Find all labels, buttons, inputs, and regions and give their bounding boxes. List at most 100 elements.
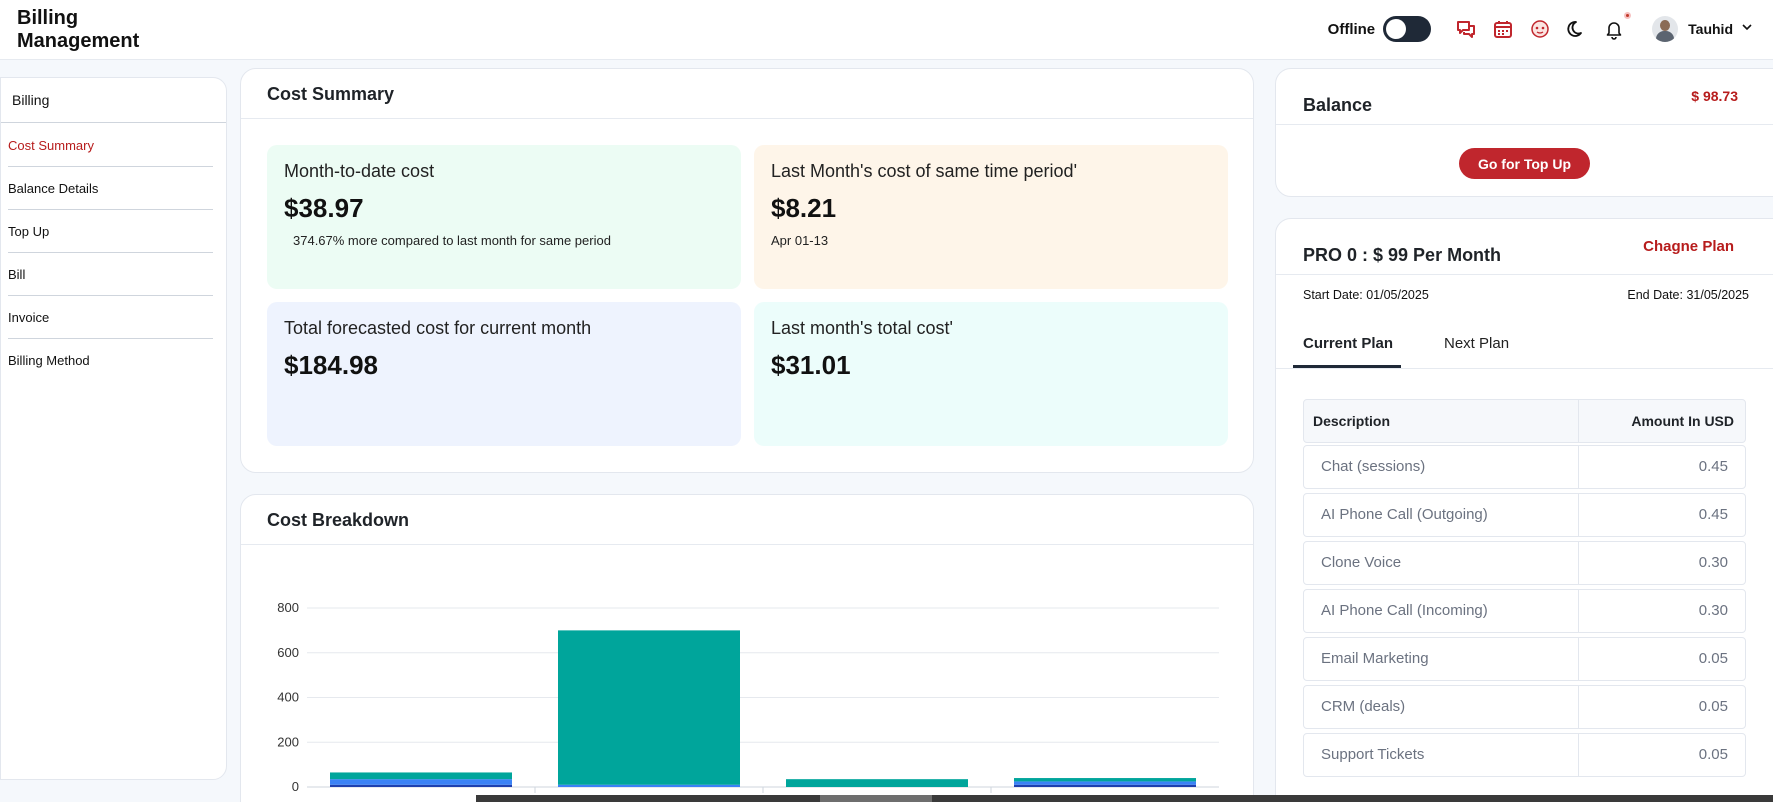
notification-dot [1622,10,1634,21]
sidebar-item-cost-summary[interactable]: Cost Summary [8,124,213,167]
toggle-knob [1386,19,1407,39]
y-tick-label: 0 [292,779,299,794]
cost-summary-card: Cost Summary Month-to-date cost $38.97 3… [240,68,1254,473]
balance-card: Balance $ 98.73 Go for Top Up [1275,68,1773,197]
horizontal-scrollbar[interactable] [476,795,1773,802]
header-actions: Offline Tauhid [1328,0,1753,58]
column-header-description: Description [1304,400,1579,442]
cost-breakdown-card: Cost Breakdown 0 200 400 600 800 [240,494,1254,802]
plan-name: PRO 0 : $ 99 Per Month [1303,245,1502,265]
plan-table: Description Amount In USD Chat (sessions… [1303,399,1746,781]
tab-next-plan[interactable]: Next Plan [1444,335,1509,352]
table-row: AI Phone Call (Incoming) 0.30 [1303,589,1746,633]
row-description: CRM (deals) [1304,686,1579,728]
divider [1276,124,1773,125]
online-toggle[interactable] [1383,16,1432,42]
tile-subtext: Apr 01-13 [771,233,829,248]
user-name[interactable]: Tauhid [1688,21,1733,37]
balance-title: Balance [1303,95,1373,115]
sidebar-item-top-up[interactable]: Top Up [8,210,213,253]
app-brand: Billing Management [17,7,139,53]
bar-segment[interactable] [786,779,968,787]
y-tick-label: 400 [277,690,299,705]
bar-segment[interactable] [1014,778,1196,782]
offline-label: Offline [1327,20,1376,38]
tile-last-month-same-period: Last Month's cost of same time period' $… [754,145,1228,289]
tile-value: $184.98 [284,350,378,380]
tile-last-month-total: Last month's total cost' $31.01 [754,302,1228,446]
row-description: Support Tickets [1304,734,1579,776]
row-description: Chat (sessions) [1304,446,1579,488]
plan-start-date: Start Date: 01/05/2025 [1303,288,1429,302]
table-row: Support Tickets 0.05 [1303,733,1746,777]
row-description: AI Phone Call (Incoming) [1304,590,1579,632]
tile-label: Last month's total cost' [771,318,953,338]
column-header-amount: Amount In USD [1631,413,1734,429]
tile-label: Total forecasted cost for current month [284,318,592,338]
bell-icon[interactable] [1603,10,1634,40]
sidebar-title: Billing [1,78,226,123]
row-description: AI Phone Call (Outgoing) [1304,494,1579,536]
billing-sidebar: Billing Cost Summary Balance Details Top… [0,77,227,780]
change-plan-link[interactable]: Chagne Plan [1643,238,1734,255]
bar-segment[interactable] [1014,784,1196,787]
divider [1276,368,1773,369]
row-amount: 0.45 [1698,506,1728,523]
tile-forecasted-cost: Total forecasted cost for current month … [267,302,741,446]
row-description: Email Marketing [1304,638,1579,680]
bar-segment[interactable] [330,784,512,787]
bar-segment[interactable] [558,784,740,787]
bar-segment[interactable] [1014,781,1196,785]
divider [1276,274,1773,275]
tile-value: $38.97 [284,193,364,223]
sidebar-item-invoice[interactable]: Invoice [8,296,213,339]
tab-current-plan[interactable]: Current Plan [1303,335,1393,352]
row-amount: 0.30 [1698,602,1728,619]
plan-end-date: End Date: 31/05/2025 [1627,288,1749,302]
plan-card: PRO 0 : $ 99 Per Month Chagne Plan Start… [1275,218,1773,802]
calendar-icon[interactable] [1492,18,1514,40]
sidebar-item-billing-method[interactable]: Billing Method [8,339,213,382]
sidebar-list: Cost Summary Balance Details Top Up Bill… [1,123,226,382]
table-row: CRM (deals) 0.05 [1303,685,1746,729]
tile-month-to-date: Month-to-date cost $38.97 374.67% more c… [267,145,741,289]
sidebar-item-bill[interactable]: Bill [8,253,213,296]
tile-subtext: 374.67% more compared to last month for … [293,233,611,248]
moon-icon[interactable] [1566,18,1588,40]
row-description: Clone Voice [1304,542,1579,584]
bar-segment[interactable] [330,772,512,780]
bar-segment[interactable] [558,630,740,785]
table-row: Chat (sessions) 0.45 [1303,445,1746,489]
table-header-row: Description Amount In USD [1303,399,1746,443]
cost-summary-title: Cost Summary [241,69,1253,119]
row-amount: 0.45 [1698,458,1728,475]
y-tick-label: 200 [277,734,299,749]
chat-icon[interactable] [1455,18,1477,40]
tile-label: Last Month's cost of same time period' [771,161,1078,181]
y-tick-label: 800 [277,600,299,615]
scrollbar-thumb[interactable] [820,795,932,802]
table-row: Email Marketing 0.05 [1303,637,1746,681]
top-header: Billing Management Offline Tauhid [0,0,1773,60]
ai-face-icon[interactable] [1529,18,1551,40]
tile-value: $8.21 [771,193,837,223]
row-amount: 0.30 [1698,554,1728,571]
bar-segment[interactable] [330,779,512,785]
balance-amount: $ 98.73 [1691,88,1738,104]
row-amount: 0.05 [1698,698,1728,715]
chevron-down-icon[interactable] [1741,20,1753,38]
row-amount: 0.05 [1698,650,1728,667]
cost-breakdown-title: Cost Breakdown [241,495,1253,545]
table-row: Clone Voice 0.30 [1303,541,1746,585]
cost-breakdown-chart: 0 200 400 600 800 [277,600,1219,794]
brand-line-1: Billing [17,7,79,29]
avatar[interactable] [1652,16,1679,42]
tile-label: Month-to-date cost [284,161,435,181]
table-row: AI Phone Call (Outgoing) 0.45 [1303,493,1746,537]
y-tick-label: 600 [277,645,299,660]
row-amount: 0.05 [1698,746,1728,763]
sidebar-item-balance-details[interactable]: Balance Details [8,167,213,210]
tile-value: $31.01 [771,350,851,380]
brand-line-2: Management [17,30,140,52]
top-up-button[interactable]: Go for Top Up [1459,148,1590,179]
